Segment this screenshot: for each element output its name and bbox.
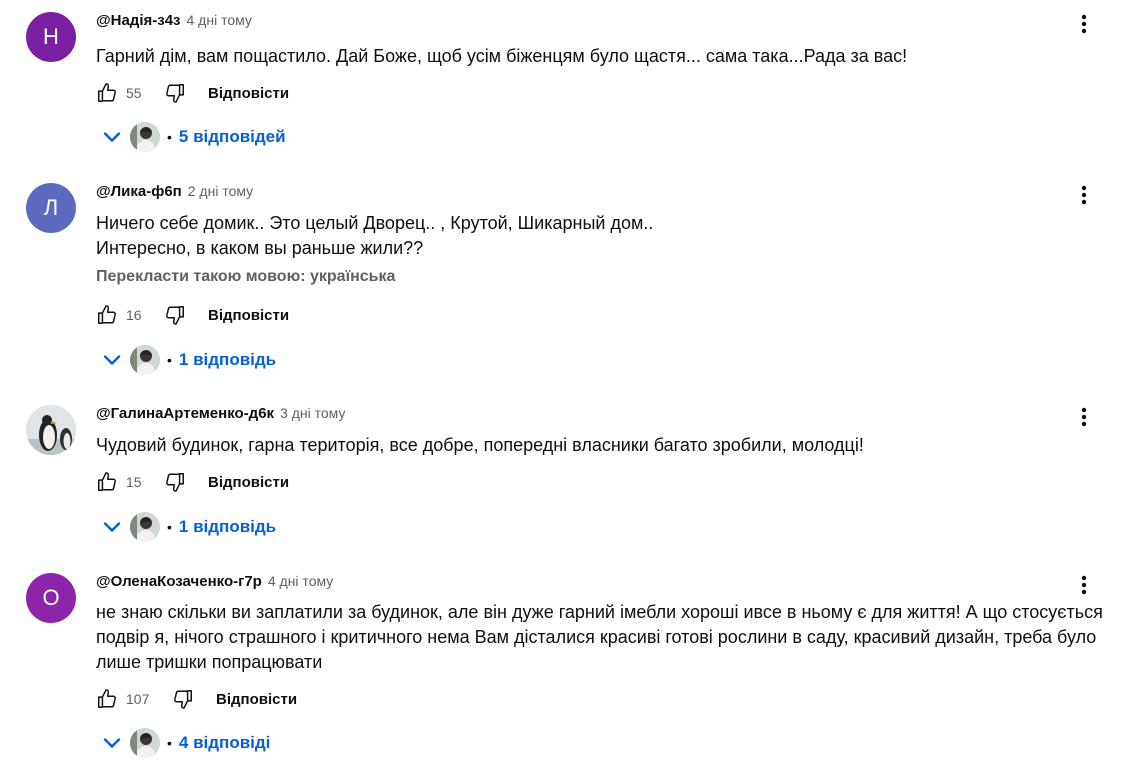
separator-dot: • [167, 352, 172, 368]
avatar[interactable]: Н [26, 12, 76, 62]
comment-line: Гарний дім, вам пощастило. Дай Боже, щоб… [96, 46, 908, 66]
creator-avatar-icon [130, 728, 160, 758]
comment-time[interactable]: 4 дні тому [187, 12, 252, 28]
reply-button[interactable]: Відповісти [208, 85, 289, 102]
avatar[interactable] [26, 405, 76, 455]
view-replies-button[interactable]: • 4 відповіді [100, 728, 270, 758]
chevron-down-icon [103, 522, 121, 532]
comment-line: Интересно, в каком вы раньше жили?? [96, 238, 424, 258]
comment-text: Гарний дім, вам пощастило. Дай Боже, щоб… [96, 44, 1106, 69]
comment-header: @Надія-з4з 4 дні тому [96, 12, 252, 32]
like-count: 55 [126, 85, 142, 101]
more-vertical-icon[interactable] [1072, 12, 1096, 36]
author-name[interactable]: @ГалинаАртеменко-д6к [96, 405, 274, 422]
dislike-icon[interactable] [164, 471, 186, 493]
author-name[interactable]: @ОленаКозаченко-г7р [96, 573, 262, 590]
creator-avatar-icon [130, 122, 160, 152]
comment-line: подвір я, нічого страшного і критичного … [96, 627, 1097, 647]
reply-button[interactable]: Відповісти [208, 474, 289, 491]
chevron-down-icon [103, 738, 121, 748]
dislike-icon[interactable] [164, 304, 186, 326]
comment-actions: 55 Відповісти [96, 81, 289, 105]
like-count: 15 [126, 474, 142, 490]
comment-text: Ничего себе домик.. Это целый Дворец.. ,… [96, 211, 1106, 261]
avatar-letter: Н [43, 24, 59, 49]
replies-count[interactable]: 5 відповідей [179, 127, 286, 147]
comment-actions: 15 Відповісти [96, 470, 289, 494]
like-count: 107 [126, 691, 150, 707]
like-icon[interactable] [96, 471, 118, 493]
translate-link[interactable]: Перекласти такою мовою: українська [96, 268, 395, 286]
reply-button[interactable]: Відповісти [216, 691, 297, 708]
comment-line: не знаю скільки ви заплатили за будинок,… [96, 602, 1103, 622]
like-icon[interactable] [96, 688, 118, 710]
view-replies-button[interactable]: • 1 відповідь [100, 345, 276, 375]
more-vertical-icon[interactable] [1072, 573, 1096, 597]
chevron-down-icon [103, 355, 121, 365]
comment-time[interactable]: 3 дні тому [280, 405, 345, 421]
comment-line: Чудовий будинок, гарна територія, все до… [96, 435, 864, 455]
more-vertical-icon[interactable] [1072, 405, 1096, 429]
comment-header: @ОленаКозаченко-г7р 4 дні тому [96, 573, 333, 593]
creator-avatar-icon [130, 345, 160, 375]
author-name[interactable]: @Лика-ф6п [96, 183, 182, 200]
replies-count[interactable]: 1 відповідь [179, 517, 276, 537]
avatar-letter: Л [43, 195, 59, 220]
comment-actions: 16 Відповісти [96, 303, 289, 327]
penguin-avatar-icon [26, 405, 76, 455]
like-icon[interactable] [96, 304, 118, 326]
reply-button[interactable]: Відповісти [208, 307, 289, 324]
replies-count[interactable]: 4 відповіді [179, 733, 270, 753]
separator-dot: • [167, 129, 172, 145]
comment-text: не знаю скільки ви заплатили за будинок,… [96, 600, 1106, 675]
separator-dot: • [167, 519, 172, 535]
comment-header: @Лика-ф6п 2 дні тому [96, 183, 253, 203]
like-icon[interactable] [96, 82, 118, 104]
view-replies-button[interactable]: • 1 відповідь [100, 512, 276, 542]
view-replies-button[interactable]: • 5 відповідей [100, 122, 286, 152]
comment-text: Чудовий будинок, гарна територія, все до… [96, 433, 1106, 458]
comment-header: @ГалинаАртеменко-д6к 3 дні тому [96, 405, 345, 425]
like-count: 16 [126, 307, 142, 323]
creator-avatar-icon [130, 512, 160, 542]
dislike-icon[interactable] [172, 688, 194, 710]
comment-time[interactable]: 4 дні тому [268, 573, 333, 589]
dislike-icon[interactable] [164, 82, 186, 104]
more-vertical-icon[interactable] [1072, 183, 1096, 207]
comment-actions: 107 Відповісти [96, 687, 297, 711]
replies-count[interactable]: 1 відповідь [179, 350, 276, 370]
avatar[interactable]: Л [26, 183, 76, 233]
separator-dot: • [167, 735, 172, 751]
avatar-letter: О [42, 585, 60, 610]
author-name[interactable]: @Надія-з4з [96, 12, 181, 29]
comment-time[interactable]: 2 дні тому [188, 183, 253, 199]
chevron-down-icon [103, 132, 121, 142]
comment-line: лише тришки попрацювати [96, 652, 323, 672]
avatar[interactable]: О [26, 573, 76, 623]
comment-line: Ничего себе домик.. Это целый Дворец.. ,… [96, 213, 654, 233]
